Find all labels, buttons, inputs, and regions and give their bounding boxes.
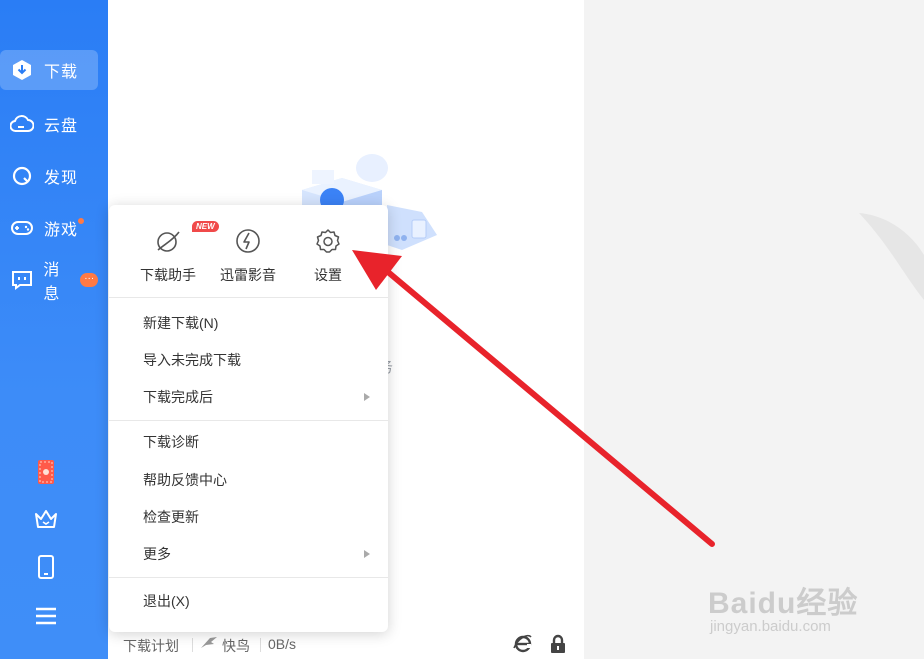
sidebar-item-label: 游戏 [44, 222, 79, 239]
bird-accel-link[interactable]: 快鸟 [222, 636, 250, 656]
tool-label: 设置 [314, 267, 342, 283]
bird-icon [200, 636, 218, 653]
download-icon [10, 58, 34, 82]
message-count-badge: ··· [80, 273, 98, 287]
menu-item-label: 下载完成后 [143, 389, 213, 405]
watermark-title: Baidu经验 [708, 587, 859, 620]
tool-label: 迅雷影音 [220, 267, 276, 283]
player-icon [208, 223, 288, 259]
menu-item-more[interactable]: 更多 [109, 536, 388, 572]
download-assistant-button[interactable]: NEW 下载助手 [128, 221, 219, 285]
download-plan-link[interactable]: 下载计划 [123, 636, 179, 656]
tool-label: 下载助手 [140, 267, 196, 283]
xunlei-player-button[interactable]: 迅雷影音 [208, 223, 288, 285]
submenu-arrow-icon [364, 393, 370, 401]
menu-item-new-download[interactable]: 新建下载(N) [109, 305, 388, 341]
crown-icon[interactable] [32, 505, 60, 533]
menu-divider [109, 297, 388, 298]
menu-item-exit[interactable]: 退出(X) [109, 583, 388, 619]
menu-item-after-download[interactable]: 下载完成后 [109, 379, 388, 415]
settings-button[interactable]: 设置 [288, 223, 368, 285]
lock-icon[interactable] [549, 634, 567, 657]
ie-browser-icon[interactable] [513, 634, 533, 657]
sidebar-item-download[interactable]: 下载 [0, 50, 98, 90]
detail-panel [584, 0, 924, 659]
card-game-icon[interactable] [32, 458, 60, 486]
phone-icon[interactable] [32, 553, 60, 581]
baidu-watermark: Baidu经验 jingyan.baidu.com [708, 578, 859, 635]
menu-divider [109, 420, 388, 421]
divider [260, 638, 261, 652]
sidebar-item-discover[interactable]: 发现 [0, 156, 98, 196]
status-bar: 下载计划 快鸟 0B/s [108, 630, 584, 659]
menu-item-import-unfinished[interactable]: 导入未完成下载 [109, 342, 388, 378]
sidebar: 下载 云盘 发现 游戏 消息 ··· [0, 0, 108, 659]
gear-icon [288, 223, 368, 259]
discover-icon [10, 164, 34, 188]
speed-readout: 0B/s [268, 636, 297, 652]
message-icon [10, 268, 33, 292]
menu-item-help-feedback[interactable]: 帮助反馈中心 [109, 462, 388, 498]
menu-item-check-update[interactable]: 检查更新 [109, 499, 388, 535]
bird-logo-icon [859, 213, 924, 300]
divider [192, 638, 193, 652]
menu-item-diagnose[interactable]: 下载诊断 [109, 424, 388, 460]
sidebar-item-messages[interactable]: 消息 ··· [0, 260, 98, 303]
cloud-icon [10, 112, 34, 136]
sidebar-item-label: 发现 [44, 170, 79, 187]
sidebar-item-label: 下载 [44, 64, 79, 81]
menu-divider [109, 577, 388, 578]
watermark-url: jingyan.baidu.com [710, 618, 831, 635]
submenu-arrow-icon [364, 550, 370, 558]
menu-item-label: 更多 [143, 546, 171, 562]
main-menu-dropdown: NEW 下载助手 迅雷影音 设置 新建下载(N) 导入未完成下载 下载完成后 下… [109, 205, 388, 632]
sidebar-item-cloud[interactable]: 云盘 [0, 104, 98, 144]
hamburger-menu-icon[interactable] [32, 602, 60, 630]
notification-dot [78, 218, 84, 224]
sidebar-item-label: 云盘 [44, 118, 79, 135]
sidebar-item-games[interactable]: 游戏 [0, 208, 98, 248]
gamepad-icon [10, 216, 34, 240]
sidebar-item-label: 消息 [43, 262, 61, 303]
